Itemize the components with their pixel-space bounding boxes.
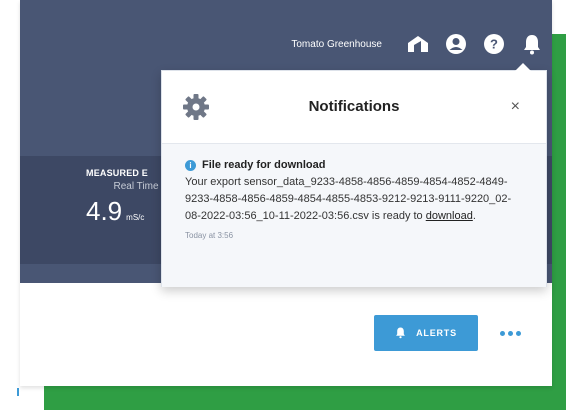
popup-caret (515, 63, 531, 71)
more-options-button[interactable] (500, 324, 524, 342)
close-icon[interactable]: × (511, 98, 520, 116)
notification-title-row: i File ready for download (185, 157, 525, 174)
notification-time: Today at 3:56 (185, 231, 234, 240)
notification-period: . (472, 210, 476, 222)
bell-icon[interactable] (520, 32, 544, 56)
green-right-decoration (552, 34, 566, 410)
notifications-popup: Notifications × i File ready for downloa… (161, 63, 547, 287)
svg-text:?: ? (490, 37, 498, 52)
dot-icon (500, 330, 505, 336)
dot-icon (508, 330, 513, 336)
greenhouse-name[interactable]: Tomato Greenhouse (291, 39, 382, 50)
notification-item: i File ready for download Your export se… (185, 157, 525, 244)
alerts-label: ALERTS (416, 328, 457, 338)
measure-value: 4.9 (86, 196, 123, 226)
greenhouse-icon[interactable] (406, 32, 430, 56)
notification-title: File ready for download (202, 159, 326, 171)
popup-title: Notifications (308, 98, 400, 115)
download-link[interactable]: download (426, 210, 473, 222)
notification-list: i File ready for download Your export se… (162, 143, 546, 287)
notification-text: Your export sensor_data_9233-4858-4856-4… (185, 174, 525, 225)
user-icon[interactable] (444, 32, 468, 56)
measure-unit: mS/c (126, 213, 145, 222)
help-icon[interactable]: ? (482, 32, 506, 56)
top-bar: Tomato Greenhouse ? (291, 24, 544, 64)
bell-icon (395, 326, 406, 341)
scroll-marker (17, 388, 19, 396)
alerts-button[interactable]: ALERTS (374, 315, 478, 351)
dot-icon (516, 330, 521, 336)
info-icon: i (185, 160, 196, 171)
popup-header: Notifications × (162, 71, 546, 141)
